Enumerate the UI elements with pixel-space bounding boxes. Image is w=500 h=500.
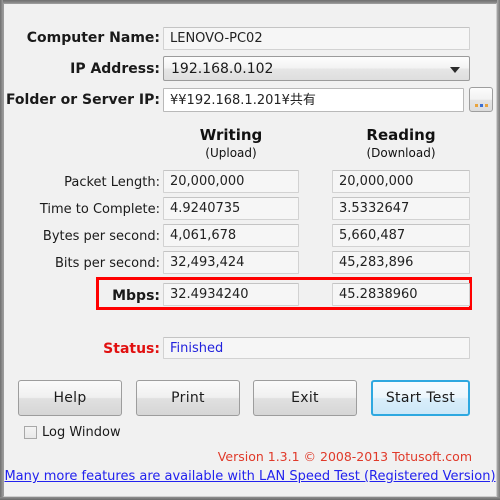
log-window-label: Log Window — [42, 425, 121, 440]
print-button[interactable]: Print — [136, 380, 240, 416]
metric-writing-bytes-per-second: 4,061,678 — [163, 224, 299, 247]
ip-address-label: IP Address: — [70, 61, 160, 77]
metric-reading-bits-per-second: 45,283,896 — [332, 251, 470, 274]
metric-reading-time-to-complete: 3.5332647 — [332, 197, 470, 220]
help-button[interactable]: Help — [18, 380, 122, 416]
reading-column-subheader: (Download) — [366, 146, 436, 160]
folder-or-server-ip-input[interactable]: ¥¥192.168.1.201¥共有 — [163, 88, 464, 112]
folder-or-server-ip-label: Folder or Server IP: — [5, 92, 160, 108]
ip-address-selected-value: 192.168.0.102 — [171, 60, 274, 77]
metric-writing-time-to-complete: 4.9240735 — [163, 197, 299, 220]
log-window-checkbox[interactable]: Log Window — [24, 425, 121, 440]
writing-column-subheader: (Upload) — [205, 146, 257, 160]
checkbox-box-icon — [24, 426, 37, 439]
metric-writing-packet-length: 20,000,000 — [163, 170, 299, 193]
computer-name-input[interactable]: LENOVO-PC02 — [163, 27, 470, 50]
ellipsis-dot-icon — [484, 104, 488, 107]
status-field: Finished — [163, 337, 470, 359]
start-test-button[interactable]: Start Test — [371, 380, 470, 416]
metric-label-bits-per-second: Bits per second: — [54, 256, 160, 271]
exit-button[interactable]: Exit — [253, 380, 357, 416]
metric-reading-packet-length: 20,000,000 — [332, 170, 470, 193]
metric-reading-bytes-per-second: 5,660,487 — [332, 224, 470, 247]
metric-label-mbps: Mbps: — [112, 288, 160, 304]
browse-folder-button[interactable] — [469, 87, 493, 112]
metric-label-packet-length: Packet Length: — [64, 175, 160, 190]
status-value: Finished — [170, 340, 224, 356]
reading-column-header: Reading — [366, 126, 436, 144]
lan-speed-test-window: Computer Name: LENOVO-PC02 IP Address: 1… — [0, 0, 500, 500]
computer-name-label: Computer Name: — [26, 30, 160, 46]
chevron-down-icon — [450, 66, 460, 73]
metric-writing-bits-per-second: 32,493,424 — [163, 251, 299, 274]
metric-writing-mbps: 32.4934240 — [163, 283, 299, 306]
status-label: Status: — [103, 341, 160, 357]
metric-reading-mbps: 45.2838960 — [332, 283, 470, 306]
version-text: Version 1.3.1 © 2008-2013 Totusoft.com — [217, 449, 472, 464]
ip-address-select[interactable]: 192.168.0.102 — [163, 56, 470, 81]
metric-label-bytes-per-second: Bytes per second: — [42, 229, 160, 244]
ellipsis-dot-icon — [474, 104, 478, 107]
writing-column-header: Writing — [199, 126, 263, 144]
metric-label-time-to-complete: Time to Complete: — [39, 202, 160, 217]
registered-version-link[interactable]: Many more features are available with LA… — [0, 469, 500, 484]
ellipsis-dot-icon — [479, 104, 483, 107]
